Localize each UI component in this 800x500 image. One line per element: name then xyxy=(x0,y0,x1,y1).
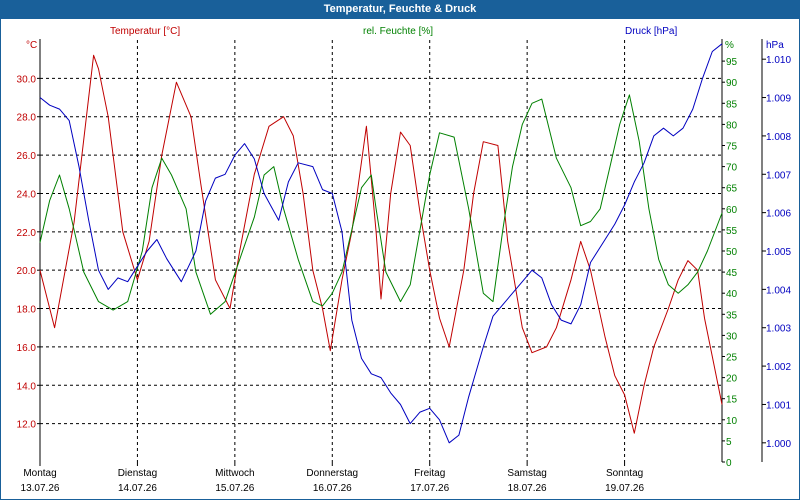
humidity-tick-label: 45 xyxy=(726,268,738,279)
humidity-tick-label: 80 xyxy=(726,120,738,131)
x-tick-day-label: Sonntag xyxy=(606,468,643,479)
temperature-axis-ticks: 12.0 14.0 16.0 18.0 20.0 22.0 24.0 26.0 28.0 30.0 xyxy=(17,74,40,431)
humidity-tick-label: 55 xyxy=(726,226,738,237)
x-tick-day-label: Freitag xyxy=(414,468,445,479)
pressure-unit-label: hPa xyxy=(766,40,784,51)
humidity-tick-label: 50 xyxy=(726,247,738,258)
x-tick-date-label: 19.07.26 xyxy=(605,483,644,494)
legend-humidity: rel. Feuchte [%] xyxy=(363,26,433,37)
pressure-tick-label: 1.009 xyxy=(766,94,791,105)
x-tick-date-label: 15.07.26 xyxy=(215,483,254,494)
humidity-tick-label: 5 xyxy=(726,437,732,448)
pressure-tick-label: 1.004 xyxy=(766,285,791,296)
humidity-tick-label: 65 xyxy=(726,184,738,195)
humidity-tick-label: 15 xyxy=(726,395,738,406)
x-tick-day-label: Donnerstag xyxy=(306,468,358,479)
humidity-tick-label: 85 xyxy=(726,99,738,110)
pressure-tick-label: 1.005 xyxy=(766,247,791,258)
humidity-unit-label: % xyxy=(725,40,734,51)
series-lines xyxy=(39,43,723,444)
x-tick-date-label: 17.07.26 xyxy=(410,483,449,494)
humidity-tick-label: 75 xyxy=(726,142,738,153)
temperature-tick-label: 20.0 xyxy=(17,266,37,277)
humidity-tick-label: 70 xyxy=(726,163,738,174)
temperature-tick-label: 22.0 xyxy=(17,228,37,239)
x-tick-day-label: Dienstag xyxy=(118,468,157,479)
pressure-axis-ticks: 1.000 1.001 1.002 1.003 1.004 1.005 1.006 1.007… xyxy=(762,55,791,450)
pressure-tick-label: 1.001 xyxy=(766,400,791,411)
legend-pressure: Druck [hPa] xyxy=(625,26,677,37)
humidity-tick-label: 95 xyxy=(726,57,738,68)
pressure-tick-label: 1.002 xyxy=(766,362,791,373)
humidity-tick-label: 10 xyxy=(726,416,738,427)
humidity-tick-label: 40 xyxy=(726,289,738,300)
chart-canvas: °C % hPa Temperatur [°C] rel. Feuchte [%… xyxy=(17,26,792,494)
temperature-tick-label: 26.0 xyxy=(17,151,37,162)
temperature-unit-label: °C xyxy=(26,40,37,51)
humidity-tick-label: 35 xyxy=(726,310,738,321)
x-tick-date-label: 13.07.26 xyxy=(21,483,60,494)
pressure-tick-label: 1.010 xyxy=(766,55,791,66)
pressure-tick-label: 1.006 xyxy=(766,209,791,220)
temperature-series-line xyxy=(39,54,723,434)
x-tick-day-label: Montag xyxy=(23,468,56,479)
humidity-axis-ticks: 0 5 10 15 20 25 30 35 40 45 50 55 60 65 70 75 80 85 90 95 xyxy=(722,57,738,469)
x-tick-date-label: 14.07.26 xyxy=(118,483,157,494)
x-tick-day-label: Mittwoch xyxy=(215,468,254,479)
x-axis-ticks: Montag 13.07.26 Dienstag 14.07.26 Mittwoch 15… xyxy=(21,462,644,494)
humidity-tick-label: 30 xyxy=(726,331,738,342)
humidity-tick-label: 0 xyxy=(726,458,732,469)
humidity-tick-label: 25 xyxy=(726,353,738,364)
humidity-tick-label: 90 xyxy=(726,78,738,89)
pressure-tick-label: 1.007 xyxy=(766,170,791,181)
temperature-tick-label: 30.0 xyxy=(17,74,37,85)
humidity-series-line xyxy=(39,94,723,315)
x-tick-date-label: 18.07.26 xyxy=(508,483,547,494)
temperature-tick-label: 24.0 xyxy=(17,189,37,200)
legend-temperature: Temperatur [°C] xyxy=(110,26,180,37)
humidity-tick-label: 60 xyxy=(726,205,738,216)
x-tick-date-label: 16.07.26 xyxy=(313,483,352,494)
pressure-tick-label: 1.000 xyxy=(766,439,791,450)
temperature-tick-label: 18.0 xyxy=(17,305,37,316)
pressure-tick-label: 1.008 xyxy=(766,132,791,143)
humidity-tick-label: 20 xyxy=(726,374,738,385)
temperature-tick-label: 14.0 xyxy=(17,381,37,392)
temperature-tick-label: 16.0 xyxy=(17,343,37,354)
temperature-tick-label: 28.0 xyxy=(17,113,37,124)
temperature-tick-label: 12.0 xyxy=(17,420,37,431)
pressure-tick-label: 1.003 xyxy=(766,324,791,335)
x-tick-day-label: Samstag xyxy=(507,468,546,479)
